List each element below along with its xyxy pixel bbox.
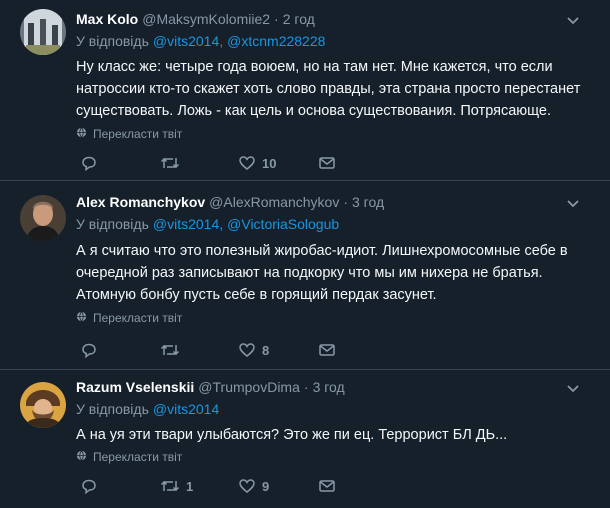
avatar[interactable] xyxy=(20,382,66,428)
retweet-icon xyxy=(160,341,180,359)
message-icon xyxy=(318,341,336,359)
retweet-button[interactable]: 1 xyxy=(160,477,193,495)
reply-context: У відповідь @vits2014, @VictoriaSologub xyxy=(76,216,340,232)
reply-context: У відповідь @vits2014 xyxy=(76,401,219,417)
reply-button[interactable] xyxy=(80,477,104,495)
reply-mention[interactable]: @VictoriaSologub xyxy=(227,216,339,232)
like-count: 8 xyxy=(262,342,270,358)
message-button[interactable] xyxy=(318,477,336,495)
tweet-text: А на уя эти твари улыбаются? Это же пи е… xyxy=(76,427,508,443)
retweet-icon xyxy=(160,477,180,495)
retweet-button[interactable] xyxy=(160,154,186,172)
like-count: 9 xyxy=(262,478,270,494)
like-icon xyxy=(238,477,256,495)
reply-prefix: У відповідь xyxy=(76,33,149,49)
chevron-down-icon[interactable] xyxy=(566,196,580,210)
tweet-actions: 8 xyxy=(76,341,376,361)
reply-mention[interactable]: @xtcnm228228 xyxy=(227,33,325,49)
separator-dot: · xyxy=(343,194,348,210)
reply-prefix: У відповідь xyxy=(76,216,149,232)
reply-button[interactable] xyxy=(80,154,104,172)
timestamp[interactable]: 3 год xyxy=(352,194,384,210)
like-count: 10 xyxy=(262,155,277,171)
reply-mention[interactable]: @vits2014 xyxy=(153,401,219,417)
timestamp[interactable]: 3 год xyxy=(313,379,345,395)
display-name[interactable]: Alex Romanchykov xyxy=(76,194,205,210)
avatar[interactable] xyxy=(20,195,66,241)
user-handle[interactable]: @MaksymKolomiie2 xyxy=(142,11,270,27)
like-icon xyxy=(238,341,256,359)
user-handle[interactable]: @TrumpovDima xyxy=(198,379,300,395)
globe-icon xyxy=(76,311,87,325)
retweet-button[interactable] xyxy=(160,341,186,359)
translate-link[interactable]: Перекласти твіт xyxy=(76,450,182,464)
tweet-header: Max Kolo @MaksymKolomiie2 · 2 год xyxy=(76,9,315,29)
tweet[interactable]: Alex Romanchykov @AlexRomanchykov · 3 го… xyxy=(0,181,610,370)
reply-mention[interactable]: @vits2014 xyxy=(153,216,219,232)
tweet-text: Ну класс же: четыре года воюем, но на та… xyxy=(76,59,581,119)
message-button[interactable] xyxy=(318,154,336,172)
translate-link[interactable]: Перекласти твіт xyxy=(76,311,182,325)
display-name[interactable]: Razum Vselenskii xyxy=(76,379,194,395)
timestamp[interactable]: 2 год xyxy=(283,11,315,27)
reply-context: У відповідь @vits2014, @xtcnm228228 xyxy=(76,33,326,49)
reply-button[interactable] xyxy=(80,341,104,359)
tweet-text: А я считаю что это полезный жиробас-идио… xyxy=(76,243,568,303)
translate-label[interactable]: Перекласти твіт xyxy=(93,450,182,464)
like-icon xyxy=(238,154,256,172)
tweet[interactable]: Razum Vselenskii @TrumpovDima · 3 год У … xyxy=(0,370,610,508)
translate-label[interactable]: Перекласти твіт xyxy=(93,127,182,141)
separator-dot: · xyxy=(303,379,309,395)
globe-icon xyxy=(76,450,87,464)
reply-icon xyxy=(80,477,98,495)
tweet[interactable]: Max Kolo @MaksymKolomiie2 · 2 год У відп… xyxy=(0,0,610,181)
chevron-down-icon[interactable] xyxy=(566,13,580,27)
translate-link[interactable]: Перекласти твіт xyxy=(76,127,182,141)
retweet-count: 1 xyxy=(186,478,194,494)
message-icon xyxy=(318,154,336,172)
separator-dot: · xyxy=(274,11,279,27)
tweet-header: Razum Vselenskii @TrumpovDima · 3 год xyxy=(76,377,345,397)
tweet-actions: 1 9 xyxy=(76,477,376,497)
chevron-down-icon[interactable] xyxy=(566,381,580,395)
reply-icon xyxy=(80,341,98,359)
retweet-icon xyxy=(160,154,180,172)
tweet-header: Alex Romanchykov @AlexRomanchykov · 3 го… xyxy=(76,192,384,212)
reply-icon xyxy=(80,154,98,172)
tweet-actions: 10 xyxy=(76,154,376,174)
reply-prefix: У відповідь xyxy=(76,401,149,417)
message-icon xyxy=(318,477,336,495)
like-button[interactable]: 10 xyxy=(238,154,276,172)
message-button[interactable] xyxy=(318,341,336,359)
reply-mention[interactable]: @vits2014 xyxy=(153,33,219,49)
like-button[interactable]: 8 xyxy=(238,341,269,359)
user-handle[interactable]: @AlexRomanchykov xyxy=(209,194,339,210)
like-button[interactable]: 9 xyxy=(238,477,269,495)
display-name[interactable]: Max Kolo xyxy=(76,11,138,27)
translate-label[interactable]: Перекласти твіт xyxy=(93,311,182,325)
globe-icon xyxy=(76,127,87,141)
avatar[interactable] xyxy=(20,9,66,55)
